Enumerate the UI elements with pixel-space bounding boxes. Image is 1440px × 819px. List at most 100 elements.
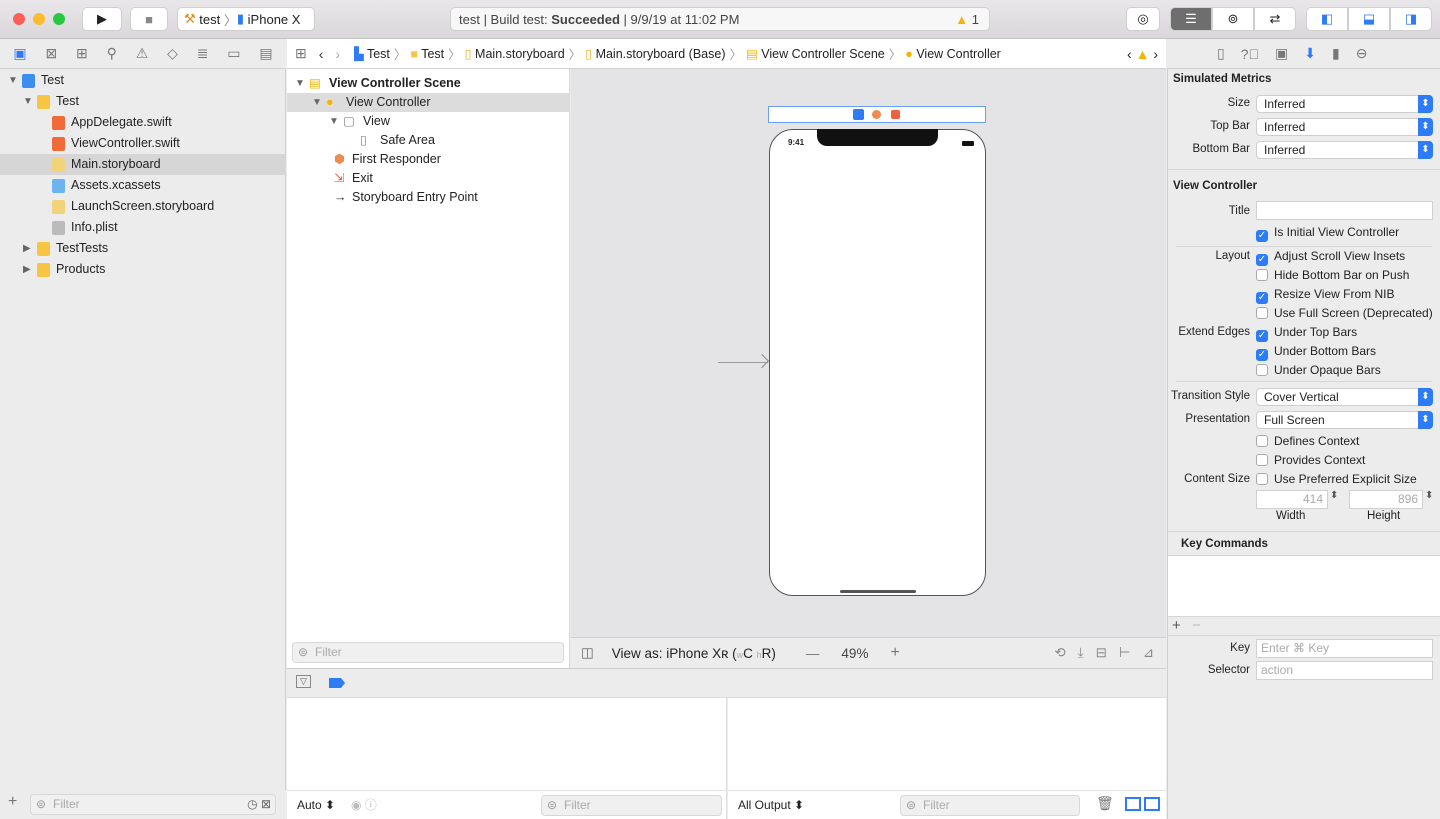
- breadcrumb-storyboard-base[interactable]: ▯ Main.storyboard (Base): [585, 46, 725, 61]
- navigator-item[interactable]: ▶ Products: [0, 259, 286, 280]
- assistant-editor-button[interactable]: ⊚: [1212, 7, 1254, 31]
- embed-in-icon[interactable]: ⤓: [1078, 645, 1096, 660]
- search-icon[interactable]: ⚲: [107, 45, 117, 62]
- issue-warning-icon[interactable]: ⚠: [136, 45, 149, 62]
- disclosure-open-icon[interactable]: ▼: [23, 91, 33, 112]
- checkbox-empty-icon[interactable]: [1256, 435, 1268, 447]
- checkbox[interactable]: Defines Context: [1256, 434, 1359, 448]
- project-navigator-icon[interactable]: ▣: [13, 45, 26, 62]
- standard-editor-button[interactable]: ☰: [1170, 7, 1212, 31]
- top-bar-popup[interactable]: Inferred: [1256, 118, 1433, 136]
- navigator-item[interactable]: ViewController.swift: [0, 133, 286, 154]
- outline-item[interactable]: ▼ ▢ View: [287, 112, 570, 131]
- presentation-popup[interactable]: Full Screen: [1256, 411, 1433, 429]
- exit-dock-icon[interactable]: [891, 110, 900, 119]
- transition-style-popup[interactable]: Cover Vertical: [1256, 388, 1433, 406]
- height-field[interactable]: 896: [1349, 490, 1423, 509]
- navigator-item[interactable]: ▼ Test: [0, 70, 286, 91]
- outline-item[interactable]: ▼ ▤ View Controller Scene: [287, 74, 570, 93]
- related-items-icon[interactable]: ⊞: [295, 45, 307, 62]
- first-responder-dock-icon[interactable]: [872, 110, 881, 119]
- debug-navigator-icon[interactable]: ≣: [197, 45, 209, 62]
- checkbox-empty-icon[interactable]: [1256, 364, 1268, 376]
- console-filter[interactable]: Filter: [900, 795, 1080, 816]
- navigator-item[interactable]: Assets.xcassets: [0, 175, 286, 196]
- outline-item[interactable]: ▯ Safe Area: [287, 131, 570, 150]
- size-popup[interactable]: Inferred: [1256, 95, 1433, 113]
- next-issue-icon[interactable]: ›: [1153, 46, 1158, 62]
- scene-dock[interactable]: [768, 106, 986, 123]
- console-view[interactable]: [728, 698, 1166, 790]
- stop-button[interactable]: ■: [130, 7, 168, 31]
- toggle-outline-icon[interactable]: ◫: [581, 645, 594, 661]
- remove-key-command-button[interactable]: −: [1192, 617, 1201, 634]
- attributes-inspector-icon[interactable]: ⬇: [1304, 45, 1316, 62]
- show-variables-icon[interactable]: [1125, 797, 1141, 811]
- view-controller-dock-icon[interactable]: [853, 109, 864, 120]
- size-inspector-icon[interactable]: ▮: [1332, 45, 1340, 62]
- checkbox[interactable]: Use Preferred Explicit Size: [1256, 472, 1417, 486]
- checkbox[interactable]: Under Opaque Bars: [1256, 363, 1381, 377]
- navigator-item[interactable]: LaunchScreen.storyboard: [0, 196, 286, 217]
- checkbox-empty-icon[interactable]: [1256, 473, 1268, 485]
- breadcrumb-view-controller[interactable]: ● View Controller: [905, 47, 1001, 61]
- variables-filter[interactable]: Filter: [541, 795, 722, 816]
- disclosure-open-icon[interactable]: ▼: [329, 112, 339, 131]
- library-button[interactable]: ◎: [1126, 7, 1160, 31]
- disclosure-closed-icon[interactable]: ▶: [23, 238, 31, 259]
- checkbox-empty-icon[interactable]: [1256, 307, 1268, 319]
- checkbox[interactable]: ✓ Resize View From NIB: [1256, 287, 1394, 304]
- zoom-window-button[interactable]: [53, 13, 65, 25]
- navigator-item[interactable]: Main.storyboard: [0, 154, 286, 175]
- breadcrumb-folder[interactable]: ■ Test: [410, 47, 444, 61]
- navigator-item[interactable]: ▶ TestTests: [0, 238, 286, 259]
- show-console-icon[interactable]: [1144, 797, 1160, 811]
- warning-badge[interactable]: ▲ 1: [955, 12, 979, 27]
- disclosure-open-icon[interactable]: ▼: [312, 93, 322, 112]
- selector-field[interactable]: action: [1256, 661, 1433, 680]
- symbol-navigator-icon[interactable]: ⊞: [76, 45, 88, 62]
- breadcrumb-scene[interactable]: ▤ View Controller Scene: [746, 46, 885, 61]
- checkbox[interactable]: ✓ Under Top Bars: [1256, 325, 1357, 342]
- resolve-issues-icon[interactable]: ⊿: [1143, 645, 1166, 660]
- source-control-icon[interactable]: ⊠: [45, 45, 57, 62]
- breadcrumb-project[interactable]: ▙ Test: [354, 46, 390, 61]
- zoom-out-button[interactable]: —: [806, 646, 820, 661]
- width-field[interactable]: 414: [1256, 490, 1328, 509]
- identity-inspector-icon[interactable]: ▣: [1275, 45, 1288, 62]
- view-as-button[interactable]: View as: iPhone Xʀ (wC hR): [612, 646, 776, 661]
- version-editor-button[interactable]: ⇄: [1254, 7, 1296, 31]
- add-constraints-icon[interactable]: ⊢: [1119, 645, 1143, 660]
- checkmark-icon[interactable]: ✓: [1256, 330, 1268, 342]
- run-button[interactable]: ▶: [82, 7, 122, 31]
- add-file-button[interactable]: +: [8, 793, 17, 811]
- update-frames-icon[interactable]: ⟲: [1054, 645, 1077, 660]
- breadcrumb-storyboard[interactable]: ▯ Main.storyboard: [465, 46, 565, 61]
- warning-icon[interactable]: ▲: [1136, 46, 1150, 62]
- disclosure-open-icon[interactable]: ▼: [8, 70, 18, 91]
- checkmark-icon[interactable]: ✓: [1256, 230, 1268, 242]
- checkmark-icon[interactable]: ✓: [1256, 292, 1268, 304]
- key-field[interactable]: Enter ⌘ Key: [1256, 639, 1433, 658]
- previous-issue-icon[interactable]: ‹: [1127, 46, 1132, 62]
- outline-item[interactable]: → Storyboard Entry Point: [287, 188, 570, 207]
- checkbox[interactable]: ✓ Is Initial View Controller: [1256, 225, 1399, 242]
- zoom-in-button[interactable]: +: [890, 644, 899, 662]
- storyboard-canvas[interactable]: 9:41: [571, 69, 1166, 637]
- report-icon[interactable]: ▤: [259, 45, 272, 62]
- navigator-filter[interactable]: Filter ◷ ⊠: [30, 794, 276, 815]
- connections-inspector-icon[interactable]: ⊖: [1356, 45, 1368, 62]
- iphone-screen[interactable]: 9:41: [769, 129, 986, 596]
- navigator-item[interactable]: ▼ Test: [0, 91, 286, 112]
- quick-look-icon[interactable]: ◉ ⓘ: [351, 796, 377, 813]
- back-icon[interactable]: ‹: [319, 46, 324, 62]
- checkbox-empty-icon[interactable]: [1256, 454, 1268, 466]
- navigator-item[interactable]: Info.plist: [0, 217, 286, 238]
- disclosure-open-icon[interactable]: ▼: [295, 74, 305, 93]
- title-field[interactable]: [1256, 201, 1433, 220]
- output-select[interactable]: All Output ⬍: [738, 798, 804, 812]
- outline-item[interactable]: ▼ ● View Controller: [287, 93, 570, 112]
- checkbox[interactable]: Hide Bottom Bar on Push: [1256, 268, 1409, 282]
- help-icon[interactable]: ?⃝: [1241, 46, 1259, 62]
- checkmark-icon[interactable]: ✓: [1256, 349, 1268, 361]
